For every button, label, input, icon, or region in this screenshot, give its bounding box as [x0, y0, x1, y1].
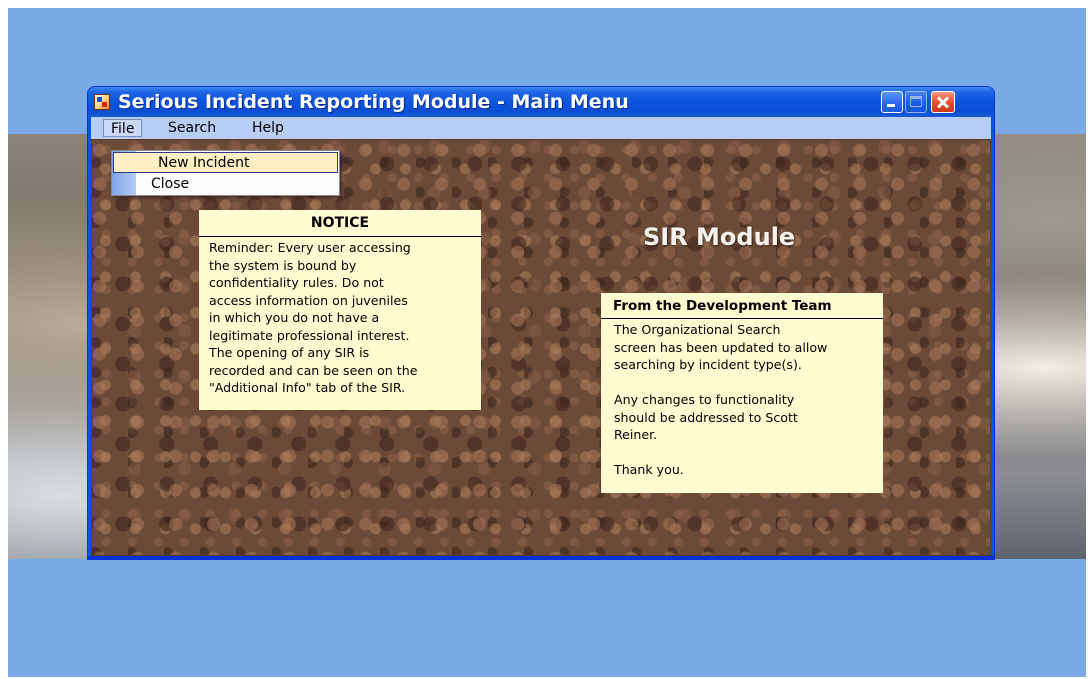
- title-bar[interactable]: Serious Incident Reporting Module - Main…: [88, 87, 994, 117]
- file-menu-dropdown: New Incident Close: [111, 150, 340, 196]
- dev-team-line: [614, 444, 880, 462]
- notice-line: recorded and can be seen on the: [209, 362, 418, 378]
- notice-line: confidentiality rules. Do not: [209, 275, 384, 290]
- dev-team-line: Any changes to functionality: [614, 392, 795, 407]
- notice-body: Reminder: Every user accessing the syste…: [209, 239, 475, 397]
- minimize-icon[interactable]: [881, 91, 903, 113]
- dev-team-line: screen has been updated to allow: [614, 339, 828, 355]
- close-icon[interactable]: [931, 91, 955, 113]
- notice-line: Reminder: Every user accessing: [209, 240, 411, 255]
- dev-team-title: From the Development Team: [613, 298, 832, 314]
- window-border-bottom: [88, 556, 994, 559]
- dev-team-line: The Organizational Search: [614, 322, 781, 337]
- dev-team-line: [614, 374, 880, 392]
- menu-search[interactable]: Search: [161, 119, 223, 137]
- notice-line: "Additional Info" tab of the SIR.: [209, 380, 406, 395]
- menu-bar: File Search Help: [91, 117, 991, 139]
- notice-divider: [199, 236, 481, 237]
- maximize-icon[interactable]: [905, 91, 927, 113]
- menu-file[interactable]: File: [103, 119, 143, 137]
- notice-line: access information on juveniles: [209, 292, 408, 308]
- dev-team-panel: From the Development Team The Organizati…: [601, 293, 883, 493]
- notice-line: the system is bound by: [209, 257, 357, 273]
- notice-line: legitimate professional interest.: [209, 327, 410, 343]
- dev-team-line: Reiner.: [614, 427, 658, 442]
- window-title: Serious Incident Reporting Module - Main…: [118, 91, 629, 113]
- notice-panel: NOTICE Reminder: Every user accessing th…: [199, 210, 481, 410]
- notice-line: in which you do not have a: [209, 310, 380, 325]
- menu-help[interactable]: Help: [245, 119, 291, 137]
- app-form-icon[interactable]: [94, 94, 110, 110]
- notice-line: The opening of any SIR is: [209, 345, 370, 360]
- module-title: SIR Module: [643, 223, 796, 251]
- notice-title: NOTICE: [310, 215, 370, 231]
- dev-team-line: Thank you.: [614, 462, 684, 477]
- menu-item-new-incident[interactable]: New Incident: [113, 152, 338, 173]
- dev-team-divider: [601, 318, 883, 319]
- dev-team-line: should be addressed to Scott: [614, 409, 798, 425]
- dev-team-line: searching by incident type(s).: [614, 357, 802, 372]
- dev-team-body: The Organizational Search screen has bee…: [614, 321, 880, 479]
- menu-item-close[interactable]: Close: [113, 174, 338, 195]
